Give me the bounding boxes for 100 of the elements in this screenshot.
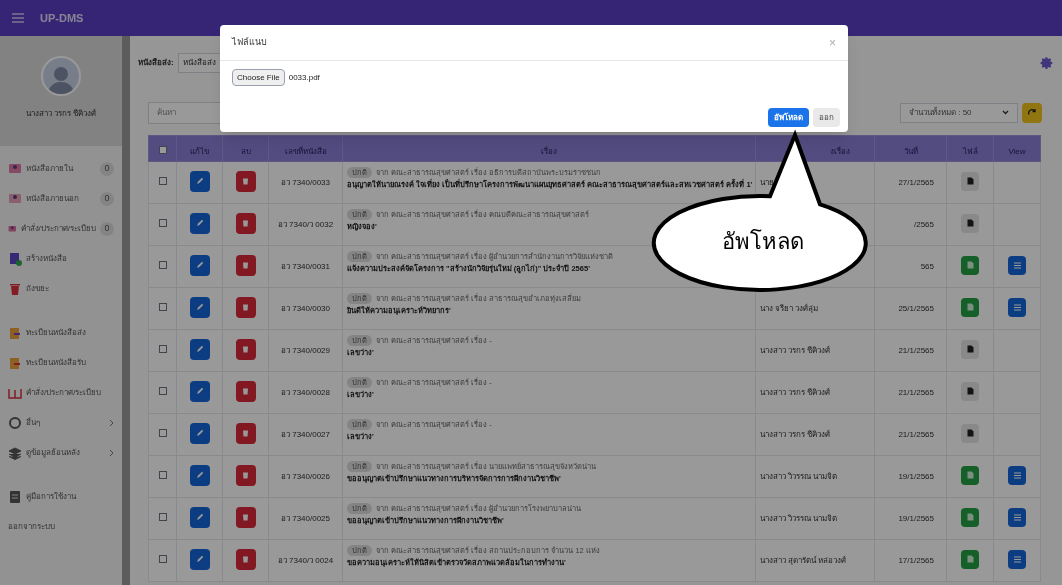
delete-button[interactable] — [235, 254, 256, 276]
count-badge: 0 — [100, 162, 114, 176]
delete-button[interactable] — [235, 296, 256, 318]
sender-name: นาย — [760, 178, 774, 187]
date-text: 27/1/2565 — [898, 178, 934, 187]
sidebar-item[interactable]: คำสั่ง/ประกาศ/ระเบียบ — [0, 378, 122, 408]
delete-button[interactable] — [235, 338, 256, 360]
edit-button[interactable] — [189, 506, 210, 528]
row-checkbox[interactable] — [158, 303, 167, 311]
document-number: อว 7340/0027 — [280, 430, 330, 439]
date-text: 21/1/2565 — [898, 346, 934, 355]
avatar — [41, 56, 81, 96]
row-checkbox[interactable] — [158, 513, 167, 521]
edit-button[interactable] — [189, 170, 210, 192]
view-button[interactable] — [1008, 466, 1026, 485]
edit-button[interactable] — [189, 338, 210, 360]
file-button[interactable] — [961, 549, 979, 569]
trash-icon — [242, 219, 249, 227]
edit-button[interactable] — [189, 296, 210, 318]
delete-button[interactable] — [235, 506, 256, 528]
pdf-file-button[interactable] — [961, 381, 979, 401]
date-text: /2565 — [913, 220, 934, 229]
row-checkbox[interactable] — [158, 429, 167, 437]
trash-icon — [242, 555, 249, 563]
file-button[interactable] — [961, 465, 979, 485]
column-header: เรื่อง — [541, 146, 557, 156]
edit-button[interactable] — [189, 380, 210, 402]
delete-button[interactable] — [235, 464, 256, 486]
sidebar-item[interactable]: คู่มือการใช้งาน — [0, 482, 122, 512]
sidebar-item[interactable]: หนังสือภายนอก 0 — [0, 184, 122, 214]
file-icon — [966, 303, 974, 311]
choose-file-button[interactable]: Choose File — [232, 69, 285, 86]
row-checkbox[interactable] — [158, 471, 167, 479]
exit-button[interactable]: ออก — [813, 108, 840, 127]
file-button[interactable] — [961, 297, 979, 317]
document-number: อว 7340/0033 — [280, 178, 330, 187]
delete-button[interactable] — [235, 212, 256, 234]
edit-button[interactable] — [189, 422, 210, 444]
delete-button[interactable] — [235, 380, 256, 402]
view-button[interactable] — [1008, 256, 1026, 275]
pdf-icon — [966, 429, 974, 437]
sidebar-item[interactable]: อื่นๆ — [0, 408, 122, 438]
date-text: 17/1/2565 — [898, 556, 934, 565]
date-text: 19/1/2565 — [898, 472, 934, 481]
page-size-select[interactable]: จำนวนทั้งหมด : 50 — [900, 102, 1018, 123]
delete-button[interactable] — [235, 170, 256, 192]
pencil-icon — [195, 429, 204, 437]
pdf-icon — [966, 387, 974, 395]
column-header: แก้ไข — [190, 146, 209, 156]
row-checkbox[interactable] — [158, 219, 167, 227]
delete-button[interactable] — [235, 422, 256, 444]
file-button[interactable] — [961, 507, 979, 527]
trash-icon — [242, 177, 249, 185]
edit-button[interactable] — [189, 548, 210, 570]
document-number: อว 7340/ว 0024 — [277, 556, 334, 565]
view-button[interactable] — [1008, 508, 1026, 527]
edit-button[interactable] — [189, 212, 210, 234]
sidebar-item[interactable]: หนังสือภายใน 0 — [0, 154, 122, 184]
menu-icon[interactable] — [12, 13, 24, 23]
column-header: งเรื่อง — [829, 146, 850, 156]
delete-button[interactable] — [235, 548, 256, 570]
row-checkbox[interactable] — [158, 387, 167, 395]
date-text: 19/1/2565 — [898, 514, 934, 523]
row-checkbox[interactable] — [158, 345, 167, 353]
sender-name: นางสาว วรกร ชีคิวงศ์ — [760, 346, 831, 355]
trash-icon — [242, 345, 249, 353]
pdf-file-button[interactable] — [961, 213, 979, 233]
row-checkbox[interactable] — [158, 555, 167, 563]
chevron-icon — [109, 449, 114, 457]
settings-icon[interactable] — [1040, 56, 1054, 70]
sidebar-item[interactable]: คำสั่ง/ประกาศ/ระเบียบ 0 — [0, 214, 122, 244]
trash-icon — [8, 282, 22, 296]
dialog-title: ไฟล์แนบ — [232, 35, 267, 49]
trash-icon — [242, 387, 249, 395]
sidebar-item[interactable]: ออกจากระบบ — [0, 512, 122, 542]
pdf-file-button[interactable] — [961, 339, 979, 359]
sidebar-item[interactable]: ถังขยะ — [0, 274, 122, 304]
view-button[interactable] — [1008, 550, 1026, 569]
close-button[interactable]: × — [829, 36, 836, 49]
file-icon — [966, 555, 974, 563]
row-checkbox[interactable] — [158, 177, 167, 185]
row-checkbox[interactable] — [158, 261, 167, 269]
sidebar-item[interactable]: ดูข้อมูลย้อนหลัง — [0, 438, 122, 468]
date-text: 25/1/2565 — [898, 304, 934, 313]
sidebar-item[interactable]: ทะเบียนหนังสือส่ง — [0, 318, 122, 348]
upload-button[interactable]: อัพโหลด — [768, 108, 809, 127]
pencil-icon — [195, 177, 204, 185]
document-number: อว 7340/0026 — [280, 472, 330, 481]
refresh-button[interactable] — [1022, 102, 1042, 123]
pdf-file-button[interactable] — [961, 423, 979, 443]
sidebar-item[interactable]: ทะเบียนหนังสือรับ — [0, 348, 122, 378]
select-all-checkbox[interactable] — [158, 145, 167, 154]
file-button[interactable] — [961, 255, 979, 275]
edit-button[interactable] — [189, 254, 210, 276]
trash-icon — [242, 303, 249, 311]
sidebar-item[interactable]: สร้างหนังสือ — [0, 244, 122, 274]
edit-button[interactable] — [189, 464, 210, 486]
clipboard-icon — [8, 326, 22, 340]
view-button[interactable] — [1008, 298, 1026, 317]
pdf-file-button[interactable] — [961, 171, 979, 191]
